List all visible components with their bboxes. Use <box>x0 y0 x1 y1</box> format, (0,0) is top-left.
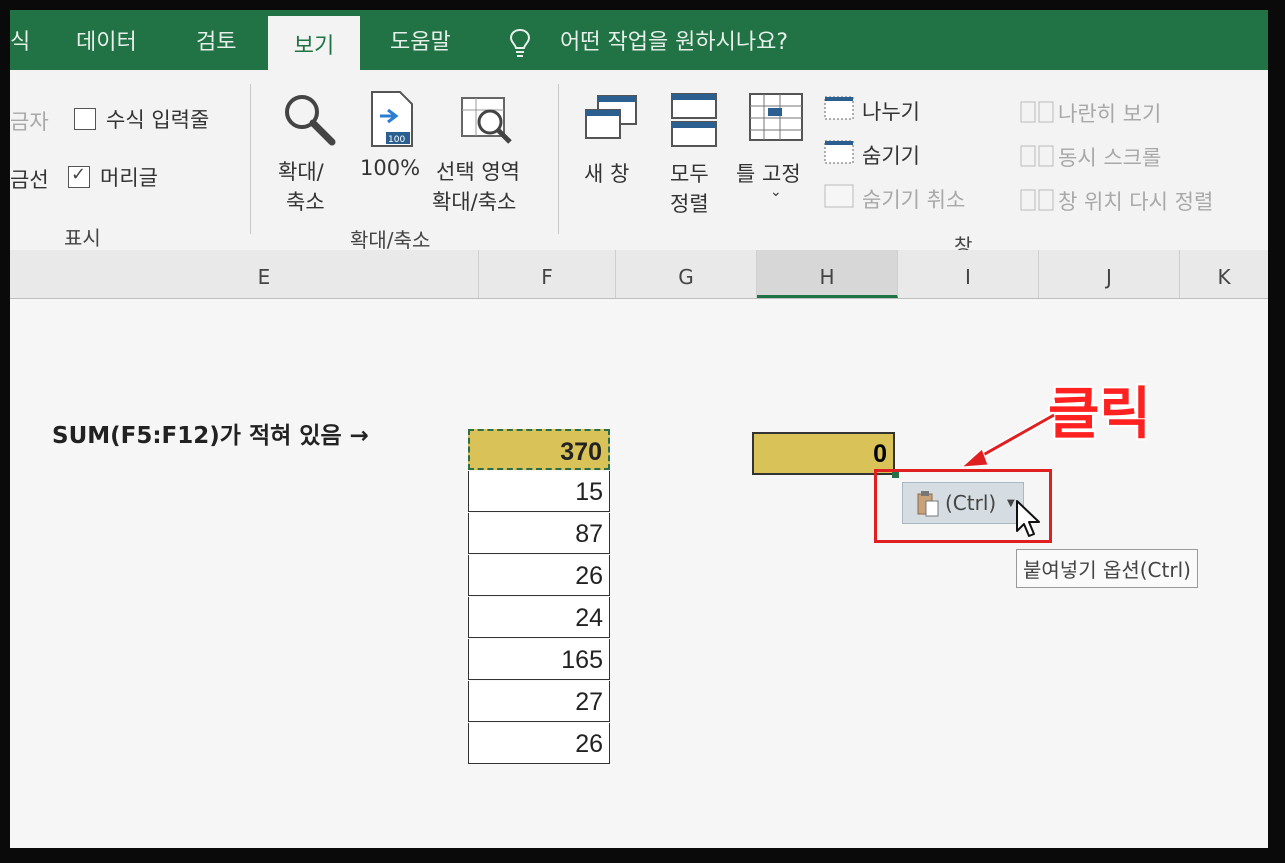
split-icon[interactable] <box>824 96 854 120</box>
freeze-panes-label: 틀 고정 <box>736 162 801 186</box>
cell-f7[interactable]: 87 <box>468 513 610 554</box>
sync-scroll-icon <box>1020 145 1054 167</box>
ribbon-separator <box>250 84 251 234</box>
photo-frame: 식 데이터 검토 보기 도움말 어떤 작업을 원하시나요? 금자 수식 입력줄 … <box>0 0 1285 863</box>
sync-scroll-label: 동시 스크롤 <box>1058 146 1162 170</box>
arrange-all-label-line2: 정렬 <box>670 192 709 216</box>
gridlines-label-partial: 금선 <box>10 168 49 192</box>
reset-window-position-icon <box>1020 189 1054 211</box>
excel-window: 식 데이터 검토 보기 도움말 어떤 작업을 원하시나요? 금자 수식 입력줄 … <box>10 10 1268 848</box>
column-header-h[interactable]: H <box>757 250 898 298</box>
mouse-cursor-icon <box>1016 500 1040 537</box>
click-annotation-text: 클릭 <box>1048 382 1152 447</box>
column-header-i[interactable]: I <box>898 250 1039 298</box>
cell-f9[interactable]: 24 <box>468 597 610 638</box>
group-label-show: 표시 <box>64 226 101 250</box>
headings-checkbox[interactable] <box>68 164 90 188</box>
arrange-all-label-line1: 모두 <box>670 162 709 186</box>
zoom-selection-label-line2: 확대/축소 <box>432 190 517 214</box>
tell-me-search[interactable]: 어떤 작업을 원하시나요? <box>560 24 788 56</box>
svg-text:100: 100 <box>388 135 405 145</box>
zoom-label-line1: 확대/ <box>278 160 324 184</box>
column-header-k[interactable]: K <box>1180 250 1268 298</box>
column-header-f[interactable]: F <box>479 250 616 298</box>
new-window-label: 새 창 <box>584 162 630 186</box>
tab-view[interactable]: 보기 <box>268 16 360 70</box>
cell-f6[interactable]: 15 <box>468 471 610 512</box>
tab-help[interactable]: 도움말 <box>390 24 451 56</box>
cell-f11[interactable]: 27 <box>468 681 610 722</box>
headings-label: 머리글 <box>100 166 158 190</box>
split-label[interactable]: 나누기 <box>862 96 920 126</box>
column-header-row: E F G H I J K <box>10 250 1268 299</box>
side-by-side-icon <box>1020 101 1054 123</box>
formula-bar-label: 수식 입력줄 <box>106 108 210 132</box>
cell-f8[interactable]: 26 <box>468 555 610 596</box>
unhide-icon <box>824 184 854 208</box>
column-header-j[interactable]: J <box>1039 250 1180 298</box>
side-by-side-label: 나란히 보기 <box>1058 102 1162 126</box>
cell-f5[interactable]: 370 <box>468 429 610 470</box>
ribbon-tab-bar: 식 데이터 검토 보기 도움말 어떤 작업을 원하시나요? <box>10 10 1268 70</box>
ribbon-separator <box>558 84 559 234</box>
column-header-e[interactable]: E <box>50 250 479 298</box>
hide-icon[interactable] <box>824 140 854 164</box>
freeze-panes-icon[interactable] <box>748 92 804 142</box>
column-header-g[interactable]: G <box>616 250 757 298</box>
worksheet-grid[interactable]: SUM(F5:F12)가 적혀 있음 → 370 15 87 26 24 165… <box>10 299 1268 848</box>
group-label-zoom: 확대/축소 <box>350 228 431 252</box>
ribbon-view: 금자 수식 입력줄 금선 머리글 표시 확대/ 축소 100 100% 선택 <box>10 70 1268 258</box>
gridlines-partial-label: 금자 <box>10 110 49 134</box>
reset-window-position-label: 창 위치 다시 정렬 <box>1058 190 1214 214</box>
sum-formula-note: SUM(F5:F12)가 적혀 있음 → <box>52 423 369 449</box>
freeze-panes-dropdown-icon[interactable]: ⌄ <box>770 184 782 200</box>
hide-label[interactable]: 숨기기 <box>862 140 920 170</box>
tab-formulas-partial[interactable]: 식 <box>10 24 30 56</box>
tab-data[interactable]: 데이터 <box>76 24 137 56</box>
unhide-label: 숨기기 취소 <box>862 188 966 212</box>
formula-bar-checkbox[interactable] <box>74 108 96 130</box>
zoom-to-selection-icon[interactable] <box>458 92 516 150</box>
zoom-100-icon[interactable]: 100 <box>366 88 418 150</box>
cell-f10[interactable]: 165 <box>468 639 610 680</box>
tab-review[interactable]: 검토 <box>196 24 236 56</box>
zoom-magnifier-icon[interactable] <box>282 92 336 146</box>
zoom-label-line2: 축소 <box>286 190 325 214</box>
lightbulb-icon <box>509 28 531 57</box>
cell-f12[interactable]: 26 <box>468 723 610 764</box>
paste-options-tooltip: 붙여넣기 옵션(Ctrl) <box>1016 549 1198 588</box>
arrange-all-icon[interactable] <box>670 92 718 148</box>
zoom-100-label: 100% <box>360 156 421 180</box>
new-window-icon[interactable] <box>584 94 638 140</box>
zoom-selection-label-line1: 선택 영역 <box>436 160 520 184</box>
